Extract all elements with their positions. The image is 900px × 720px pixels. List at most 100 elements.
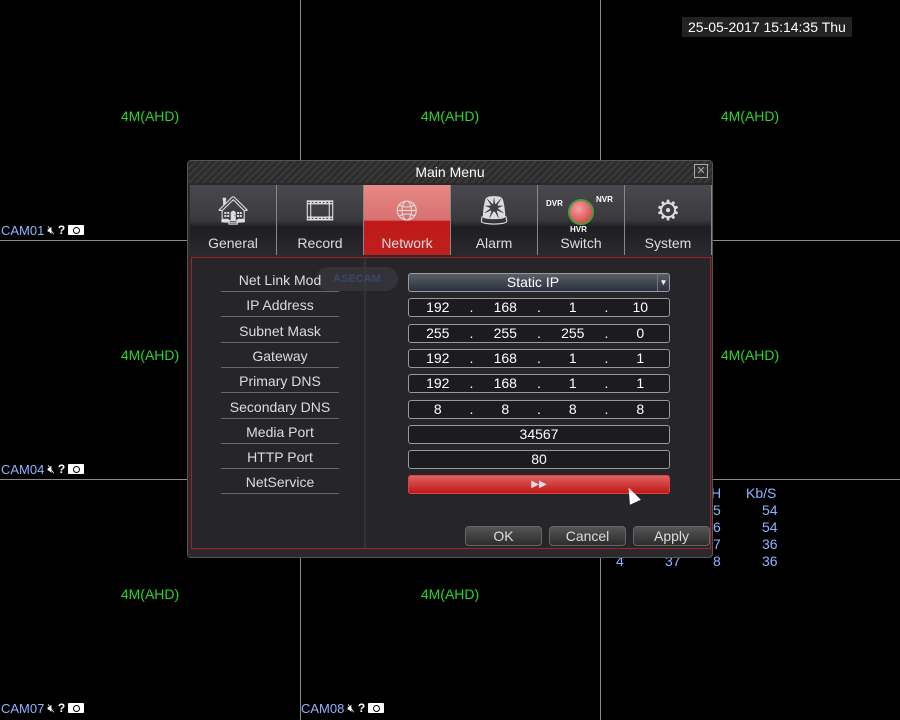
tab-label: Network [381,235,433,251]
switch-ball-icon [568,199,594,225]
snapshot-icon [368,703,385,713]
channel-resolution: 4M(AHD) [420,108,480,124]
ip-octet[interactable]: 1 [544,299,602,316]
ok-button[interactable]: OK [465,526,542,546]
unknown-status-icon: ? [57,223,66,237]
apply-button[interactable]: Apply [633,526,710,546]
field-secondary-dns[interactable]: 8.8.8.8 [408,399,670,419]
bitrate-channel: 7 [713,536,721,552]
tab-alarm[interactable]: 🚨︎ Alarm [451,185,538,255]
field-label: Media Port [221,422,339,444]
ip-octet[interactable]: 1 [612,350,670,367]
field-subnet-mask[interactable]: 255. 255. 255. 0 [408,323,670,343]
ip-octet[interactable]: 1 [544,375,602,392]
gears-icon: ⚙︎ [655,195,681,226]
field-label: NetService [221,472,339,495]
ip-octet[interactable]: 168 [477,375,535,392]
ip-octet[interactable]: 255 [409,325,467,342]
field-label: Secondary DNS [221,397,339,419]
ip-octet[interactable]: 10 [612,299,670,316]
field-primary-dns[interactable]: 192. 168. 1. 1 [408,374,670,394]
ip-octet[interactable]: 168 [477,350,535,367]
audio-muted-icon: 🔇︎ [347,700,355,715]
unknown-status-icon: ? [357,701,366,715]
field-value: Static IP [506,274,560,290]
ip-octet[interactable]: 192 [409,350,467,367]
field-label: Subnet Mask [221,321,339,343]
network-panel: ASECAM Net Link Mod Static IP ▼ IP Address 1… [191,257,711,549]
channel-resolution: 4M(AHD) [420,586,480,602]
ip-octet[interactable]: 0 [612,325,670,342]
ip-octet[interactable]: 255 [477,325,535,342]
ip-octet[interactable]: 255 [544,325,602,342]
field-label: Net Link Mod [221,270,339,292]
camera-label[interactable]: CAM08 🔇︎? [301,700,385,716]
ip-octet[interactable]: 8 [477,401,535,418]
tab-label: General [208,235,258,251]
field-net-link-mod[interactable]: Static IP ▼ [408,273,670,292]
tab-system[interactable]: ⚙︎ System [625,185,712,255]
tab-network[interactable]: 🌐︎ Network [364,185,451,255]
clock: 25-05-2017 15:14:35 Thu [682,17,852,37]
ip-octet[interactable]: 168 [477,299,535,316]
bitrate-value: 54 [762,502,778,518]
field-ip-address[interactable]: 192. 168. 1. 10 [408,298,670,318]
ip-octet[interactable]: 8 [612,401,670,418]
snapshot-icon [68,703,85,713]
bitrate-value: 36 [762,536,778,552]
close-button[interactable]: ✕ [694,164,708,178]
dvr-nvr-hvr-switch-icon: DVR NVR HVR [538,185,624,235]
tab-label: Alarm [475,235,513,251]
chevron-down-icon[interactable]: ▼ [657,274,669,291]
bitrate-channel: 8 [713,553,721,569]
snapshot-icon [68,464,85,474]
tab-label: System [644,235,692,251]
ip-octet[interactable]: 192 [409,299,467,316]
film-reel-icon: 🎞︎ [302,195,338,226]
ip-octet[interactable]: 192 [409,375,467,392]
switch-icon-text: DVR [546,199,563,208]
camera-name: CAM08 [301,700,345,716]
field-label: Gateway [221,346,339,368]
switch-icon-text: HVR [570,225,587,234]
globe-laptop-icon: 🌐︎ [395,195,419,226]
camera-label[interactable]: CAM07 🔇︎? [1,700,85,716]
field-label: IP Address [221,295,339,318]
camera-name: CAM01 [1,222,45,238]
tab-record[interactable]: 🎞︎ Record [277,185,364,255]
field-media-port[interactable]: 34567 [408,424,670,444]
tab-general[interactable]: 🏠︎ General [190,185,277,255]
field-gateway[interactable]: 192. 168. 1. 1 [408,348,670,368]
ip-octet[interactable]: 8 [544,401,602,418]
tab-label: Switch [560,235,602,251]
bitrate-value: 36 [762,553,778,569]
dialog-title: Main Menu [188,161,712,183]
bitrate-value: 54 [762,519,778,535]
unknown-status-icon: ? [57,701,66,715]
field-value: 80 [531,451,547,468]
field-value: 34567 [519,425,559,442]
camera-label[interactable]: CAM04 🔇︎? [1,461,85,477]
camera-label[interactable]: CAM01 🔇︎? [1,222,85,238]
bitrate-channel: 6 [713,519,721,535]
ip-octet[interactable]: 1 [544,350,602,367]
audio-muted-icon: 🔇︎ [47,461,55,476]
audio-muted-icon: 🔇︎ [47,222,55,237]
tab-switch[interactable]: DVR NVR HVR Switch [538,185,625,255]
channel-resolution: 4M(AHD) [120,108,180,124]
tab-label: Record [297,235,343,251]
bitrate-header-kbs: Kb/S [746,485,777,501]
channel-resolution: 4M(AHD) [120,586,180,602]
channel-resolution: 4M(AHD) [720,108,780,124]
switch-icon-text: NVR [596,195,613,204]
ip-octet[interactable]: 8 [409,401,467,418]
camera-name: CAM04 [1,461,45,477]
field-label: Primary DNS [221,371,339,394]
divider [364,258,366,548]
ip-octet[interactable]: 1 [612,375,670,392]
field-http-port[interactable]: 80 [408,450,670,470]
snapshot-icon [68,225,85,235]
cancel-button[interactable]: Cancel [549,526,626,546]
audio-muted-icon: 🔇︎ [47,700,55,715]
bitrate-channel: 5 [713,502,721,518]
